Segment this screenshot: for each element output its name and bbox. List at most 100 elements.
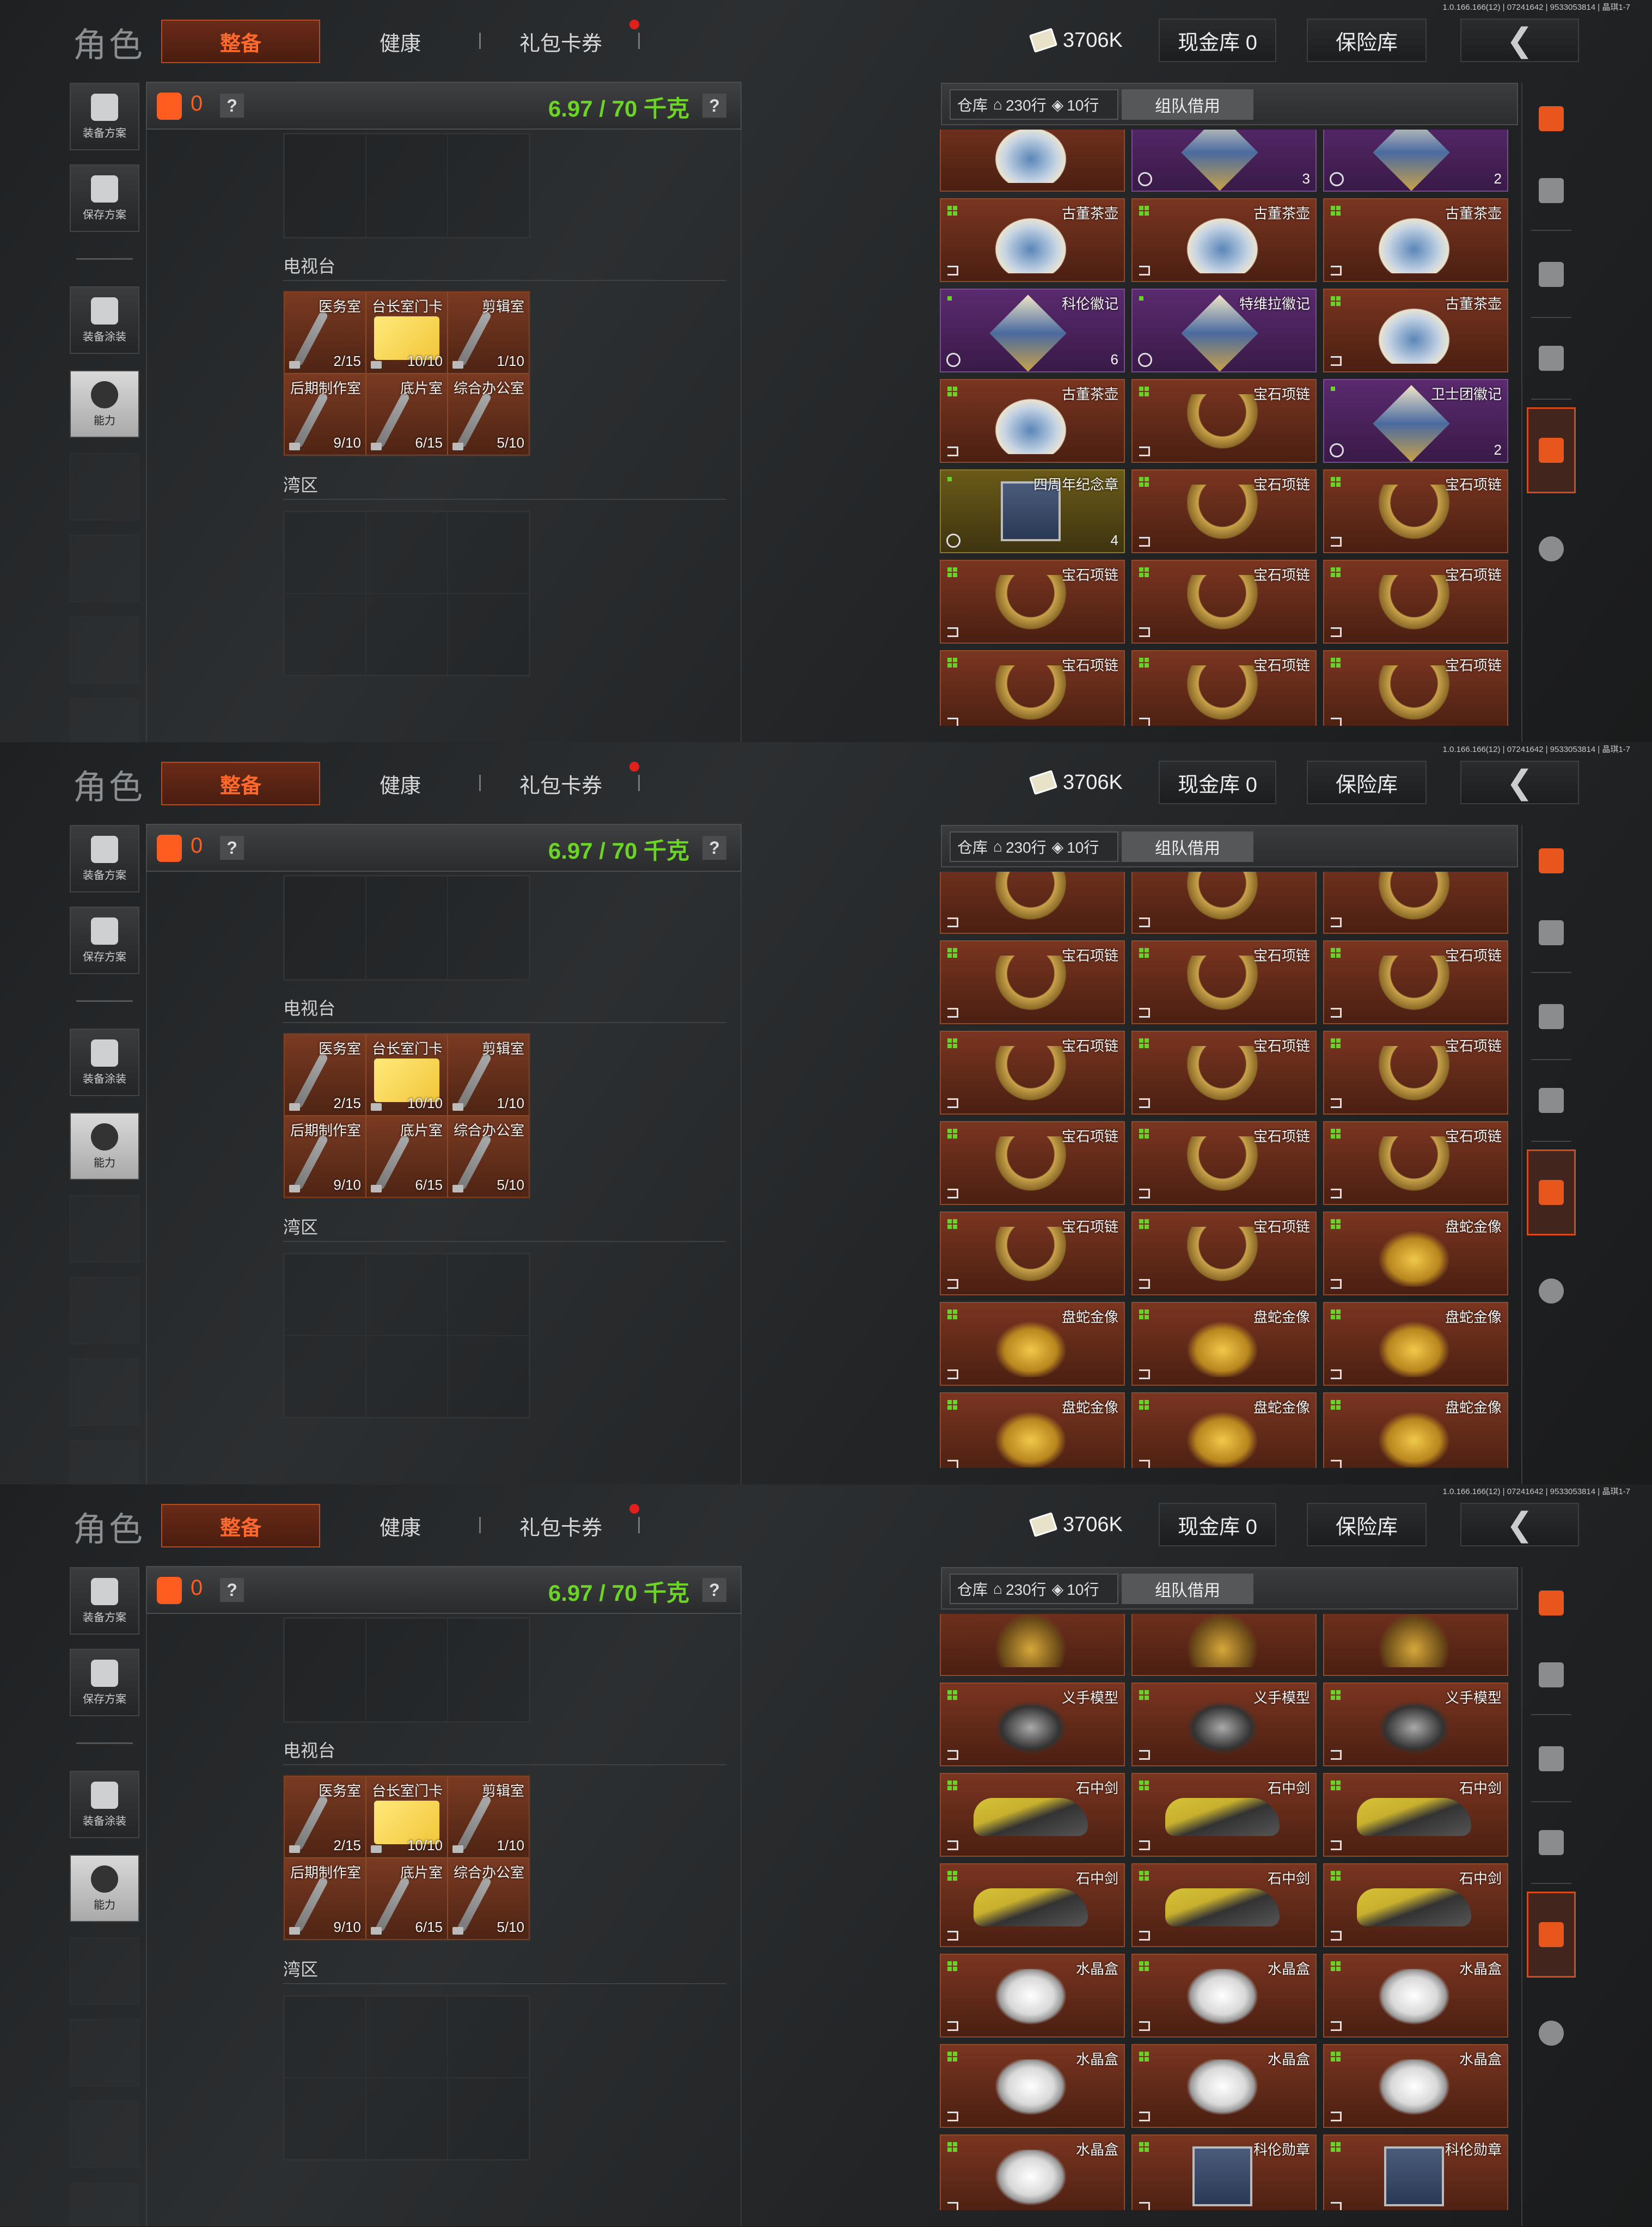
warehouse-item[interactable]: 义手模型 bbox=[1131, 1683, 1317, 1766]
key-slot[interactable]: 医务室 2/15 bbox=[284, 292, 366, 374]
warehouse-item[interactable]: 宝石项链 bbox=[1131, 560, 1317, 644]
tab-health[interactable]: 健康 bbox=[348, 762, 452, 805]
warehouse-item[interactable]: 义手模型 bbox=[1323, 1683, 1508, 1766]
sort-button[interactable] bbox=[1527, 83, 1576, 155]
warehouse-item[interactable] bbox=[1323, 1614, 1508, 1676]
key-slot[interactable]: 综合办公室 5/10 bbox=[448, 374, 529, 455]
loadout-button[interactable]: 装备方案 bbox=[70, 83, 139, 150]
key-tab[interactable] bbox=[1527, 981, 1576, 1053]
skin-button[interactable]: 装备涂装 bbox=[70, 1771, 139, 1838]
empty-slot[interactable] bbox=[70, 2182, 139, 2226]
collectibles-tab[interactable] bbox=[1527, 407, 1576, 493]
warehouse-label[interactable]: 仓库 ⌂ 230行 ◈ 10行 bbox=[950, 89, 1118, 120]
save-loadout-button[interactable]: 保存方案 bbox=[70, 907, 139, 974]
empty-slot[interactable] bbox=[70, 616, 139, 684]
tab-gift-cards[interactable]: 礼包卡券 bbox=[490, 20, 632, 63]
warehouse-item[interactable]: 盘蛇金像 bbox=[1323, 1302, 1508, 1386]
warehouse-item[interactable]: 特维拉徽记 bbox=[1131, 289, 1317, 372]
warehouse-item[interactable]: 卫士团徽记 2 bbox=[1323, 379, 1508, 463]
ability-button[interactable]: 能力 bbox=[70, 1855, 139, 1922]
back-button[interactable]: ❮ bbox=[1460, 761, 1579, 804]
team-borrow-button[interactable]: 组队借用 bbox=[1122, 831, 1253, 862]
collectibles-tab[interactable] bbox=[1527, 1149, 1576, 1235]
warehouse-item[interactable]: 古董茶壶 bbox=[1131, 198, 1317, 282]
warehouse-item[interactable]: 宝石项链 bbox=[1323, 940, 1508, 1024]
cash-vault-button[interactable]: 现金库 0 bbox=[1159, 19, 1276, 62]
key-slot[interactable]: 剪辑室 1/10 bbox=[448, 1034, 529, 1116]
warehouse-item[interactable]: 水晶盒 bbox=[940, 2134, 1125, 2210]
key-slot[interactable]: 综合办公室 5/10 bbox=[448, 1858, 529, 1940]
warehouse-item[interactable]: 石中剑 bbox=[1131, 1863, 1317, 1947]
key-slot[interactable]: 底片室 6/15 bbox=[366, 374, 448, 455]
warehouse-item[interactable] bbox=[1131, 872, 1317, 934]
warehouse-item[interactable]: 水晶盒 bbox=[1131, 2044, 1317, 2128]
home-tab[interactable] bbox=[1527, 155, 1576, 227]
warehouse-item[interactable]: 2 bbox=[1323, 130, 1508, 192]
warehouse-item[interactable]: 宝石项链 bbox=[1131, 1212, 1317, 1295]
key-slot[interactable]: 台长室门卡 10/10 bbox=[366, 292, 448, 374]
cash-tab[interactable] bbox=[1527, 322, 1576, 394]
warehouse-label[interactable]: 仓库 ⌂ 230行 ◈ 10行 bbox=[950, 831, 1118, 862]
weight-help-button[interactable]: ? bbox=[702, 836, 726, 860]
cash-tab[interactable] bbox=[1527, 1807, 1576, 1879]
warehouse-item[interactable]: 宝石项链 bbox=[940, 1212, 1125, 1295]
key-slot[interactable]: 底片室 6/15 bbox=[366, 1116, 448, 1197]
warehouse-item[interactable]: 盘蛇金像 bbox=[940, 1302, 1125, 1386]
back-button[interactable]: ❮ bbox=[1460, 1503, 1579, 1546]
help-button[interactable]: ? bbox=[220, 94, 244, 118]
ability-button[interactable]: 能力 bbox=[70, 370, 139, 438]
tab-equipment[interactable]: 整备 bbox=[161, 762, 320, 805]
safe-vault-button[interactable]: 保险库 bbox=[1307, 19, 1427, 62]
warehouse-item[interactable]: 宝石项链 bbox=[940, 650, 1125, 726]
warehouse-item[interactable]: 四周年纪念章 4 bbox=[940, 469, 1125, 553]
warehouse-item[interactable] bbox=[1131, 1614, 1317, 1676]
warehouse-item[interactable]: 石中剑 bbox=[1323, 1863, 1508, 1947]
warehouse-item[interactable]: 水晶盒 bbox=[1323, 2044, 1508, 2128]
warehouse-item[interactable]: 水晶盒 bbox=[940, 1954, 1125, 2038]
warehouse-item[interactable]: 宝石项链 bbox=[940, 560, 1125, 644]
save-loadout-button[interactable]: 保存方案 bbox=[70, 1649, 139, 1716]
key-slot[interactable]: 剪辑室 1/10 bbox=[448, 1776, 529, 1858]
warehouse-item[interactable]: 石中剑 bbox=[940, 1863, 1125, 1947]
tab-gift-cards[interactable]: 礼包卡券 bbox=[490, 762, 632, 805]
tab-health[interactable]: 健康 bbox=[348, 20, 452, 63]
empty-slot[interactable] bbox=[70, 2101, 139, 2168]
warehouse-item[interactable] bbox=[940, 1614, 1125, 1676]
key-tab[interactable] bbox=[1527, 1723, 1576, 1795]
loadout-button[interactable]: 装备方案 bbox=[70, 1567, 139, 1635]
help-button[interactable]: ? bbox=[220, 836, 244, 860]
skin-button[interactable]: 装备涂装 bbox=[70, 286, 139, 354]
warehouse-item[interactable]: 宝石项链 bbox=[1323, 1031, 1508, 1115]
warehouse-item[interactable]: 宝石项链 bbox=[1131, 379, 1317, 463]
home-tab[interactable] bbox=[1527, 897, 1576, 969]
cash-tab[interactable] bbox=[1527, 1064, 1576, 1136]
tab-gift-cards[interactable]: 礼包卡券 bbox=[490, 1504, 632, 1547]
tab-equipment[interactable]: 整备 bbox=[161, 20, 320, 63]
empty-slot[interactable] bbox=[70, 698, 139, 742]
warehouse-item[interactable]: 水晶盒 bbox=[1323, 1954, 1508, 2038]
warehouse-label[interactable]: 仓库 ⌂ 230行 ◈ 10行 bbox=[950, 1574, 1118, 1604]
history-tab[interactable] bbox=[1527, 1997, 1576, 2069]
warehouse-item[interactable]: 3 bbox=[1131, 130, 1317, 192]
warehouse-item[interactable]: 宝石项链 bbox=[1131, 650, 1317, 726]
back-button[interactable]: ❮ bbox=[1460, 19, 1579, 62]
tab-health[interactable]: 健康 bbox=[348, 1504, 452, 1547]
empty-slot[interactable] bbox=[70, 453, 139, 521]
warehouse-item[interactable] bbox=[940, 872, 1125, 934]
warehouse-item[interactable]: 古董茶壶 bbox=[1323, 198, 1508, 282]
warehouse-item[interactable]: 宝石项链 bbox=[1323, 1121, 1508, 1205]
warehouse-item[interactable]: 石中剑 bbox=[1131, 1773, 1317, 1857]
history-tab[interactable] bbox=[1527, 513, 1576, 585]
key-slot[interactable]: 台长室门卡 10/10 bbox=[366, 1034, 448, 1116]
sort-button[interactable] bbox=[1527, 1567, 1576, 1639]
warehouse-item[interactable]: 宝石项链 bbox=[940, 940, 1125, 1024]
help-button[interactable]: ? bbox=[220, 1578, 244, 1602]
warehouse-item[interactable]: 义手模型 bbox=[940, 1683, 1125, 1766]
empty-slot[interactable] bbox=[70, 1359, 139, 1426]
warehouse-item[interactable]: 石中剑 bbox=[1323, 1773, 1508, 1857]
empty-slot[interactable] bbox=[70, 1440, 139, 1484]
empty-slot[interactable] bbox=[70, 535, 139, 602]
weight-help-button[interactable]: ? bbox=[702, 1578, 726, 1602]
warehouse-item[interactable]: 宝石项链 bbox=[940, 1031, 1125, 1115]
loadout-button[interactable]: 装备方案 bbox=[70, 825, 139, 892]
